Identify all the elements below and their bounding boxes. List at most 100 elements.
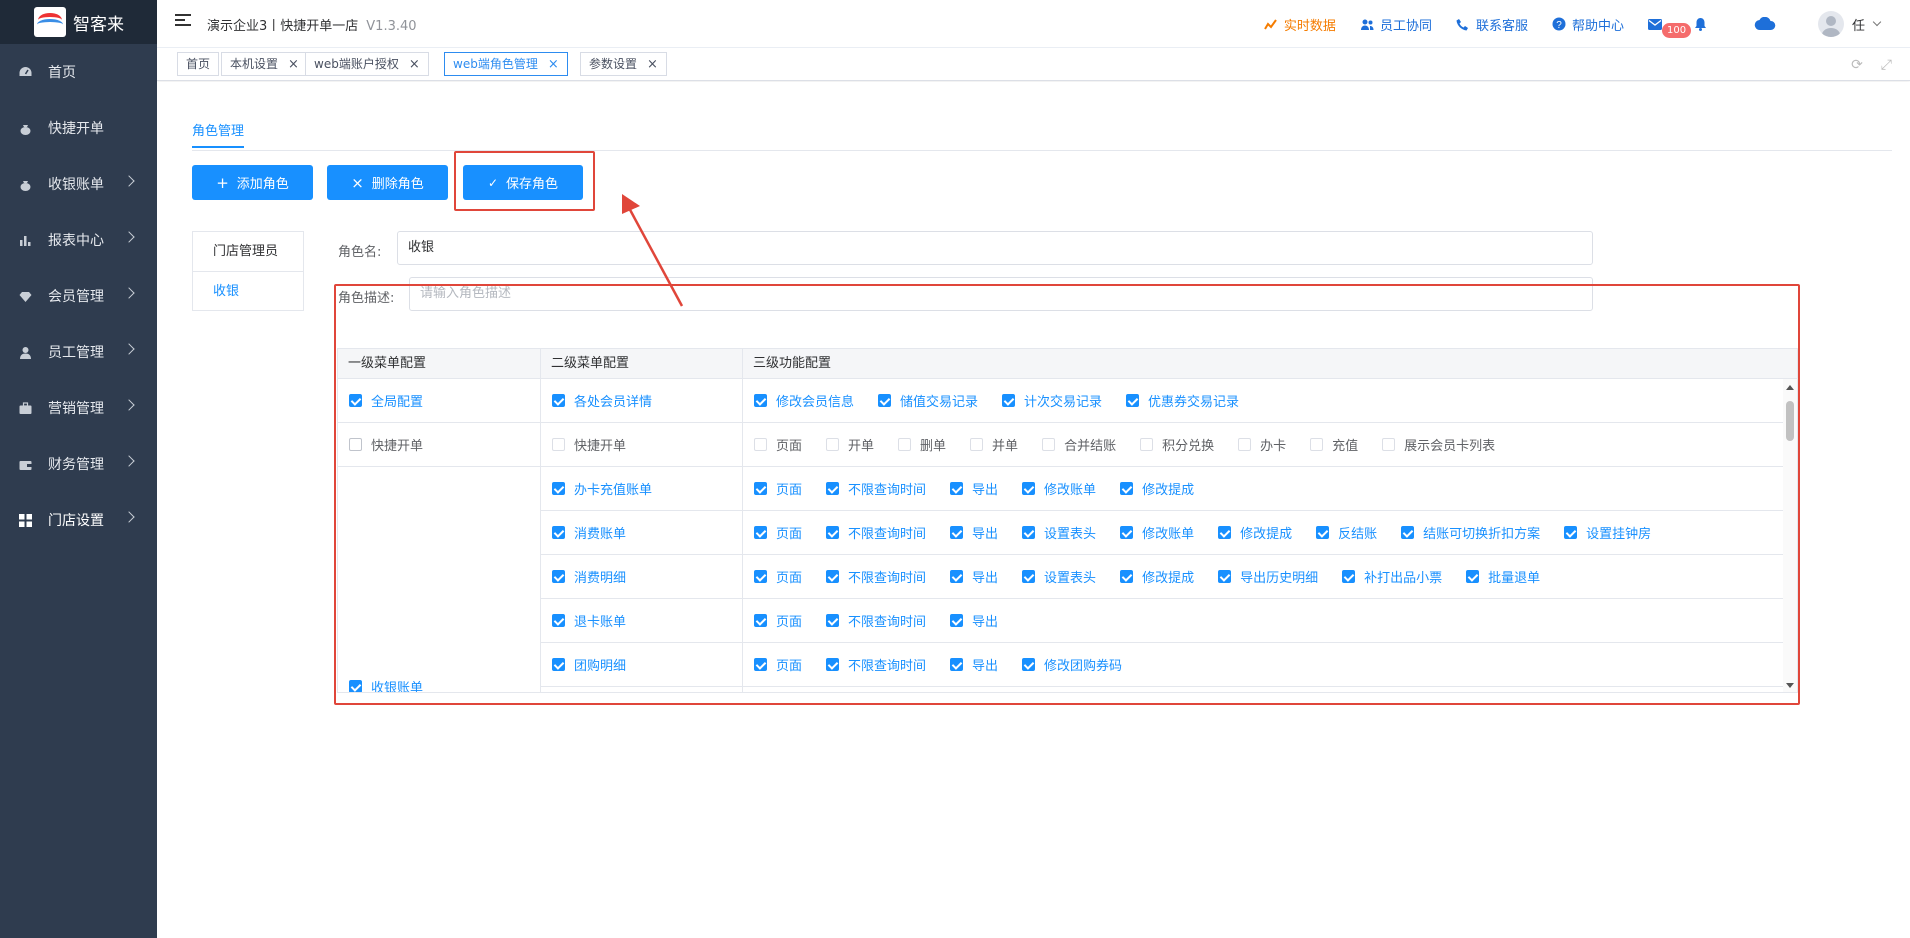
permission-checkbox[interactable]: 导出历史明细 bbox=[1218, 567, 1318, 586]
permission-checkbox[interactable]: 修改团购券码 bbox=[1022, 655, 1122, 674]
level1-cell: 快捷开单 bbox=[338, 423, 541, 467]
close-icon[interactable]: × bbox=[409, 57, 420, 72]
close-icon[interactable]: × bbox=[548, 57, 559, 72]
permission-checkbox[interactable]: 反结账 bbox=[1316, 523, 1377, 542]
permission-checkbox[interactable]: 修改提成 bbox=[1120, 479, 1194, 498]
tab[interactable]: web端账户授权 × bbox=[305, 52, 429, 76]
permission-checkbox[interactable]: 页面 bbox=[754, 655, 802, 674]
role-name-input[interactable]: 收银 bbox=[397, 231, 1593, 265]
permission-checkbox[interactable]: 团购明细 bbox=[552, 655, 626, 674]
permission-checkbox[interactable]: 设置挂钟房 bbox=[1564, 523, 1651, 542]
tab-role-management[interactable]: 角色管理 bbox=[192, 120, 245, 148]
mail-button[interactable]: 100 bbox=[1647, 17, 1692, 38]
help-center-link[interactable]: ? 帮助中心 bbox=[1552, 15, 1624, 34]
permission-checkbox[interactable]: 退卡账单 bbox=[552, 611, 626, 630]
permission-checkbox[interactable]: 消费明细 bbox=[552, 567, 626, 586]
permission-checkbox[interactable]: 设置表头 bbox=[1022, 567, 1096, 586]
svg-text:?: ? bbox=[1556, 20, 1562, 31]
tab[interactable]: 参数设置 × bbox=[580, 52, 667, 76]
permission-checkbox[interactable]: 快捷开单 bbox=[552, 435, 626, 454]
close-icon[interactable]: × bbox=[647, 57, 658, 72]
role-item-selected[interactable]: 收银 bbox=[193, 272, 303, 312]
permission-checkbox[interactable]: 优惠券交易记录 bbox=[1126, 391, 1239, 410]
sidebar-item[interactable]: 门店设置 bbox=[0, 492, 157, 548]
permission-checkbox[interactable]: 批量退单 bbox=[1466, 567, 1540, 586]
sidebar-item[interactable]: 员工管理 bbox=[0, 324, 157, 380]
permission-checkbox[interactable]: 全局配置 bbox=[349, 391, 423, 410]
scroll-thumb[interactable] bbox=[1786, 401, 1794, 441]
fullscreen-icon[interactable]: ⤢ bbox=[1881, 57, 1892, 73]
permission-checkbox[interactable]: 不限查询时间 bbox=[826, 655, 926, 674]
checkbox-checked-icon bbox=[1401, 526, 1415, 539]
sidebar-item[interactable]: 营销管理 bbox=[0, 380, 157, 436]
permission-checkbox[interactable]: 充值 bbox=[1310, 435, 1358, 454]
permission-checkbox[interactable]: 不限查询时间 bbox=[826, 479, 926, 498]
permission-checkbox[interactable]: 各处会员详情 bbox=[552, 391, 652, 410]
tab[interactable]: web端角色管理 × bbox=[444, 52, 568, 76]
permission-checkbox[interactable]: 删单 bbox=[898, 435, 946, 454]
permission-checkbox[interactable]: 页面 bbox=[754, 479, 802, 498]
permission-checkbox[interactable]: 开单 bbox=[826, 435, 874, 454]
permission-checkbox[interactable]: 结账可切换折扣方案 bbox=[1401, 523, 1540, 542]
permission-checkbox[interactable]: 不限查询时间 bbox=[826, 567, 926, 586]
contact-support-link[interactable]: 联系客服 bbox=[1456, 15, 1528, 34]
permission-checkbox[interactable]: 并单 bbox=[970, 435, 1018, 454]
permission-checkbox[interactable]: 导出 bbox=[950, 567, 998, 586]
scroll-down-icon[interactable] bbox=[1786, 683, 1794, 688]
permission-checkbox[interactable]: 补打出品小票 bbox=[1342, 567, 1442, 586]
permission-checkbox[interactable]: 不限查询时间 bbox=[826, 523, 926, 542]
checkbox-label: 设置表头 bbox=[1044, 571, 1097, 586]
menu-toggle-icon[interactable] bbox=[175, 14, 191, 28]
cloud-button[interactable] bbox=[1754, 17, 1782, 31]
permission-checkbox[interactable]: 导出 bbox=[950, 611, 998, 630]
sidebar-item[interactable]: 首页 bbox=[0, 44, 157, 100]
table-scrollbar[interactable] bbox=[1783, 379, 1797, 692]
close-icon[interactable]: × bbox=[288, 57, 299, 72]
realtime-data-link[interactable]: 实时数据 bbox=[1264, 15, 1336, 34]
role-item[interactable]: 门店管理员 bbox=[193, 232, 303, 272]
scroll-up-icon[interactable] bbox=[1786, 385, 1794, 390]
permission-checkbox[interactable]: 修改会员信息 bbox=[754, 391, 854, 410]
permission-checkbox[interactable]: 修改账单 bbox=[1022, 479, 1096, 498]
permission-checkbox[interactable]: 页面 bbox=[754, 523, 802, 542]
checkbox-label: 办卡 bbox=[1260, 439, 1287, 454]
permission-checkbox[interactable]: 不限查询时间 bbox=[826, 611, 926, 630]
permission-checkbox[interactable]: 设置表头 bbox=[1022, 523, 1096, 542]
tab[interactable]: 首页 bbox=[177, 52, 220, 76]
permission-checkbox[interactable]: 办卡充值账单 bbox=[552, 479, 652, 498]
checkbox-label: 页面 bbox=[776, 659, 803, 674]
permission-checkbox[interactable]: 收银账单 bbox=[349, 677, 423, 692]
permission-checkbox[interactable]: 修改账单 bbox=[1120, 523, 1194, 542]
permission-checkbox[interactable]: 储值交易记录 bbox=[878, 391, 978, 410]
permission-checkbox[interactable]: 快捷开单 bbox=[349, 435, 423, 454]
permission-checkbox[interactable]: 导出 bbox=[950, 479, 998, 498]
permission-checkbox[interactable]: 修改提成 bbox=[1120, 567, 1194, 586]
sidebar-item[interactable]: 会员管理 bbox=[0, 268, 157, 324]
permission-checkbox[interactable]: 页面 bbox=[754, 611, 802, 630]
add-role-button[interactable]: + 添加角色 bbox=[192, 165, 313, 200]
tab[interactable]: 本机设置 × bbox=[221, 52, 308, 76]
permission-checkbox[interactable]: 计次交易记录 bbox=[1002, 391, 1102, 410]
permission-checkbox[interactable]: 消费账单 bbox=[552, 523, 626, 542]
checkbox-label: 积分兑换 bbox=[1162, 439, 1215, 454]
checkbox-checked-icon bbox=[826, 658, 840, 671]
sidebar-item[interactable]: 快捷开单 bbox=[0, 100, 157, 156]
user-menu[interactable]: 任 bbox=[1817, 11, 1882, 37]
staff-collab-link[interactable]: 员工协同 bbox=[1360, 15, 1432, 34]
permission-checkbox[interactable]: 积分兑换 bbox=[1140, 435, 1214, 454]
permission-checkbox[interactable]: 页面 bbox=[754, 567, 802, 586]
permission-checkbox[interactable]: 页面 bbox=[754, 435, 802, 454]
permission-checkbox[interactable]: 修改提成 bbox=[1218, 523, 1292, 542]
sidebar-item[interactable]: 收银账单 bbox=[0, 156, 157, 212]
checkbox-checked-icon bbox=[1218, 570, 1232, 583]
permission-checkbox[interactable]: 办卡 bbox=[1238, 435, 1286, 454]
permission-checkbox[interactable]: 导出 bbox=[950, 523, 998, 542]
delete-role-button[interactable]: × 删除角色 bbox=[327, 165, 448, 200]
notification-button[interactable] bbox=[1694, 17, 1714, 31]
permission-checkbox[interactable]: 合并结账 bbox=[1042, 435, 1116, 454]
sidebar-item[interactable]: 财务管理 bbox=[0, 436, 157, 492]
refresh-icon[interactable]: ⟳ bbox=[1851, 57, 1863, 73]
sidebar-item[interactable]: 报表中心 bbox=[0, 212, 157, 268]
permission-checkbox[interactable]: 导出 bbox=[950, 655, 998, 674]
permission-checkbox[interactable]: 展示会员卡列表 bbox=[1382, 435, 1495, 454]
